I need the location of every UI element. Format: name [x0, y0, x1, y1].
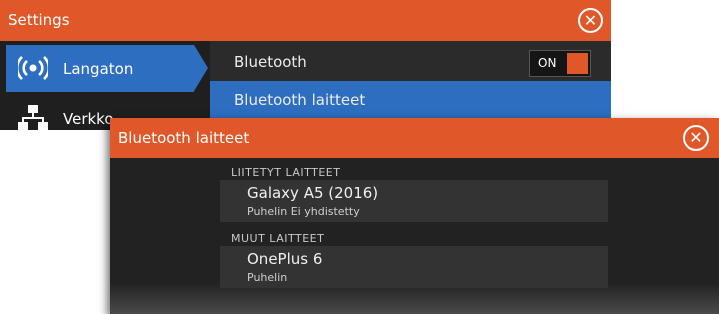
dialog-body: LIITETYT LAITTEET Galaxy A5 (2016) Puhel…: [110, 158, 719, 314]
sidebar-item-label: Langaton: [63, 60, 134, 78]
sidebar-item-label: Verkko: [63, 110, 114, 128]
sidebar-item-langaton[interactable]: Langaton: [6, 45, 208, 92]
settings-title: Settings: [8, 11, 70, 29]
settings-titlebar: Settings ✕: [0, 0, 611, 41]
toggle-state: ON: [538, 56, 557, 70]
other-devices-header: MUUT LAITTEET: [231, 232, 325, 245]
bluetooth-label: Bluetooth: [234, 53, 307, 71]
settings-close-icon[interactable]: ✕: [578, 8, 603, 33]
wireless-icon: [15, 55, 51, 81]
dialog-title: Bluetooth laitteet: [118, 129, 250, 147]
settings-sidebar: Langaton Verkko: [0, 41, 210, 130]
dialog-close-icon[interactable]: ✕: [683, 125, 709, 151]
device-status: Puhelin Ei yhdistetty: [247, 205, 360, 218]
paired-devices-header: LIITETYT LAITTEET: [231, 166, 341, 179]
toggle-knob: [567, 53, 588, 74]
bluetooth-devices-row[interactable]: Bluetooth laitteet: [210, 81, 611, 119]
device-item-galaxy[interactable]: Galaxy A5 (2016) Puhelin Ei yhdistetty: [220, 180, 608, 222]
device-name: Galaxy A5 (2016): [247, 184, 379, 202]
device-item-oneplus[interactable]: OnePlus 6 Puhelin: [220, 246, 608, 288]
bluetooth-toggle[interactable]: ON: [529, 50, 591, 77]
dialog-titlebar: Bluetooth laitteet ✕: [110, 118, 719, 158]
settings-window: Settings ✕ Langaton Verkko Bluetooth ON …: [0, 0, 611, 130]
bluetooth-row[interactable]: Bluetooth ON: [210, 43, 611, 81]
device-status: Puhelin: [247, 271, 288, 284]
bluetooth-devices-dialog: Bluetooth laitteet ✕ LIITETYT LAITTEET G…: [110, 118, 719, 314]
bluetooth-devices-label: Bluetooth laitteet: [234, 91, 366, 109]
device-name: OnePlus 6: [247, 250, 323, 268]
network-icon: [18, 105, 48, 130]
